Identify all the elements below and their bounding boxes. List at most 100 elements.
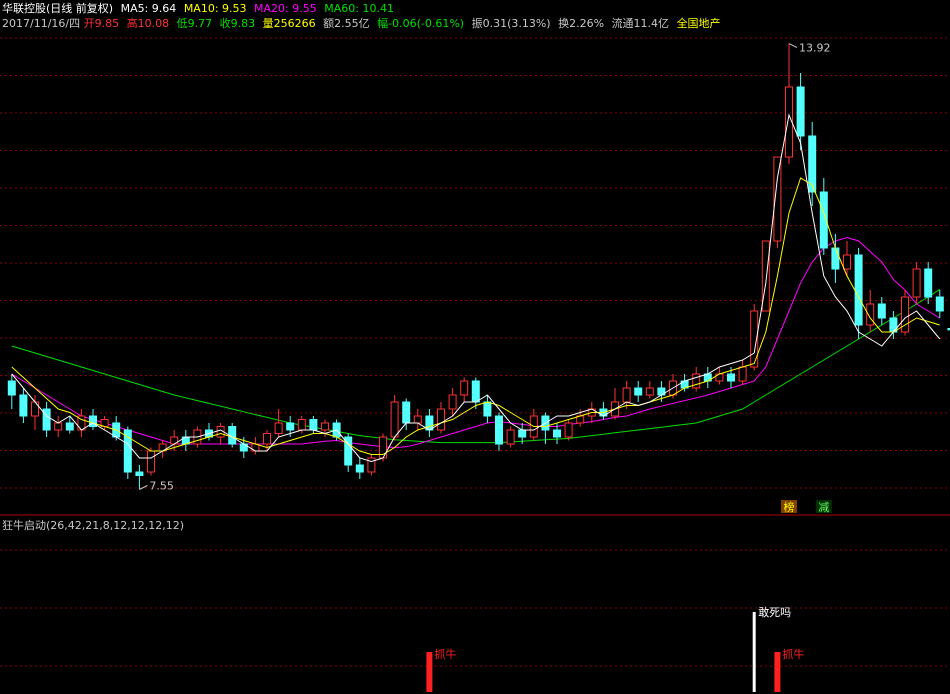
candle-body bbox=[553, 429, 561, 438]
ma20-polyline bbox=[11, 236, 941, 449]
candle bbox=[912, 262, 921, 304]
candle-body bbox=[413, 415, 422, 424]
buy-signal: 抓牛 bbox=[426, 647, 456, 692]
ma60-line bbox=[11, 288, 941, 444]
ma20-readout: MA20: 9.55 bbox=[254, 2, 317, 15]
candle bbox=[738, 360, 747, 385]
candle bbox=[135, 465, 144, 490]
candle bbox=[437, 402, 445, 434]
extreme-pointer bbox=[788, 43, 798, 49]
event-markers[interactable]: 榜减 bbox=[781, 500, 832, 514]
event-marker[interactable]: 减 bbox=[815, 500, 832, 514]
header-row-2: 2017/11/16/四 开9.85 高10.08 低9.77 收9.83 量2… bbox=[2, 17, 725, 31]
close-readout: 收9.83 bbox=[219, 17, 256, 30]
candle bbox=[413, 409, 422, 430]
amount-readout: 额2.55亿 bbox=[323, 17, 370, 30]
candle bbox=[367, 454, 376, 476]
candle bbox=[796, 73, 805, 150]
candle-body bbox=[147, 450, 155, 473]
ma60-polyline bbox=[11, 288, 941, 444]
event-marker-label: 减 bbox=[818, 501, 829, 514]
buy-signal-label: 抓牛 bbox=[782, 647, 804, 661]
buy-signal-bar bbox=[774, 652, 781, 692]
candle bbox=[785, 43, 793, 164]
kline-chart[interactable]: 13.92 7.55 榜减 bbox=[0, 30, 950, 516]
candle-body bbox=[495, 415, 503, 445]
candle-body bbox=[31, 401, 39, 417]
candle-body bbox=[402, 401, 411, 424]
candle bbox=[645, 381, 654, 399]
indicator-grid bbox=[0, 549, 950, 667]
candle bbox=[924, 262, 933, 304]
candle-body bbox=[263, 433, 271, 445]
candle bbox=[611, 388, 619, 420]
candle bbox=[344, 433, 353, 472]
turnover-readout: 换2.26% bbox=[558, 17, 605, 30]
candle bbox=[123, 426, 132, 479]
amplitude-readout: 振0.31(3.13%) bbox=[471, 17, 551, 30]
candle bbox=[147, 447, 155, 476]
candle-body bbox=[924, 268, 933, 298]
candle bbox=[100, 416, 109, 430]
candle bbox=[483, 395, 492, 423]
min-price-label: 7.55 bbox=[149, 480, 174, 493]
candle-body bbox=[843, 254, 851, 270]
candle bbox=[692, 367, 701, 392]
candle bbox=[866, 290, 875, 332]
candle-body bbox=[645, 387, 654, 396]
candle bbox=[703, 367, 712, 388]
candle-body bbox=[622, 387, 631, 403]
candle-body bbox=[483, 401, 492, 417]
candle-body bbox=[471, 380, 480, 403]
candle-body bbox=[123, 429, 132, 473]
candle bbox=[89, 409, 97, 430]
candle bbox=[564, 419, 573, 441]
candle bbox=[355, 458, 364, 479]
candle-body bbox=[564, 422, 573, 438]
header-row-1: 华联控股(日线 前复权) MA5: 9.64 MA10: 9.53 MA20: … bbox=[2, 2, 398, 16]
candle bbox=[901, 290, 909, 336]
candle bbox=[495, 412, 503, 451]
candle-body bbox=[425, 415, 434, 431]
candle-body bbox=[889, 317, 898, 333]
event-marker-label: 榜 bbox=[784, 500, 795, 514]
buy-signal: 抓牛 bbox=[774, 647, 804, 692]
risk-warning-label: 敢死吗 bbox=[758, 605, 791, 619]
candle-body bbox=[367, 457, 376, 473]
change-readout: 幅-0.06(-0.61%) bbox=[377, 17, 465, 30]
candle-body bbox=[7, 380, 16, 396]
candle-body bbox=[738, 366, 747, 382]
sector-readout[interactable]: 全国地产 bbox=[677, 17, 721, 30]
candle-body bbox=[692, 373, 701, 389]
low-readout: 低9.77 bbox=[176, 17, 213, 30]
candle-body bbox=[506, 429, 515, 445]
candle bbox=[599, 402, 608, 420]
candle bbox=[506, 426, 515, 448]
candle-body bbox=[42, 408, 51, 431]
indicator-signals: 抓牛 抓牛 敢死吗 bbox=[426, 605, 804, 692]
candle-body bbox=[19, 394, 28, 417]
candle-body bbox=[634, 387, 643, 396]
ma5-readout: MA5: 9.64 bbox=[120, 2, 177, 15]
candle-body bbox=[912, 268, 921, 298]
candle bbox=[622, 381, 631, 409]
candle bbox=[181, 430, 190, 451]
candle-body bbox=[390, 401, 399, 438]
candle-body bbox=[355, 464, 364, 473]
candle-body bbox=[274, 422, 283, 434]
ma10-readout: MA10: 9.53 bbox=[183, 2, 247, 15]
float-cap-readout: 流通11.4亿 bbox=[611, 17, 670, 30]
candle-body bbox=[321, 422, 329, 431]
candle-body bbox=[460, 380, 469, 396]
candle-body bbox=[877, 303, 886, 319]
candle-body bbox=[286, 422, 295, 431]
indicator-chart[interactable]: 抓牛 抓牛 敢死吗 bbox=[0, 516, 950, 694]
stock-title[interactable]: 华联控股(日线 前复权) bbox=[2, 2, 113, 15]
ma60-readout: MA60: 10.41 bbox=[324, 2, 394, 15]
risk-warning-bar bbox=[752, 612, 756, 692]
ma5-polyline bbox=[11, 113, 941, 463]
high-readout: 高10.08 bbox=[126, 17, 170, 30]
candle-body bbox=[727, 373, 735, 382]
candle bbox=[77, 409, 86, 437]
event-marker[interactable]: 榜 bbox=[781, 500, 797, 514]
